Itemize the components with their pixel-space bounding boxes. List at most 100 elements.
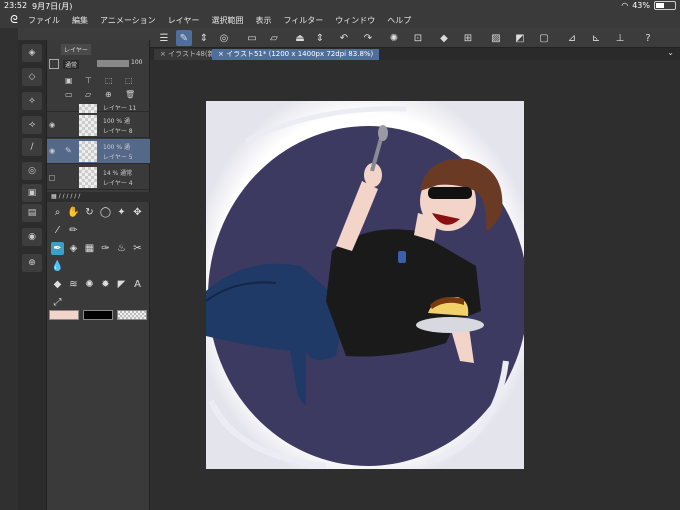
sub-tool-icon[interactable]: ◇ [22, 68, 42, 86]
lasso-icon[interactable]: ◯ [99, 206, 112, 219]
stepper-icon[interactable]: ⇕ [196, 30, 212, 46]
menu-selection[interactable]: 選択範囲 [211, 15, 243, 26]
brush-tool-icon[interactable]: ⟡ [22, 92, 42, 110]
clear-icon[interactable]: ⊡ [410, 30, 426, 46]
loading-icon[interactable]: ✺ [386, 30, 402, 46]
new-file-icon[interactable]: ▭ [244, 30, 260, 46]
ref-icon[interactable]: ⬚ [105, 76, 113, 85]
g-pen-icon[interactable]: ✒ [51, 242, 64, 255]
ribbon-icon[interactable]: ✂ [131, 242, 144, 255]
layers-icon[interactable]: ◈ [22, 44, 42, 62]
correct-line-icon[interactable]: ⤢ [51, 296, 64, 309]
opacity-value[interactable]: 100 [131, 59, 142, 66]
menu-help[interactable]: ヘルプ [387, 15, 411, 26]
decoration-icon[interactable]: ▦ [83, 242, 96, 255]
status-right: ◠ 43% [621, 1, 676, 10]
eye-icon[interactable]: ◉ [49, 147, 55, 155]
menu-file[interactable]: ファイル [28, 15, 60, 26]
pen-palette-icon[interactable]: ∕ [22, 138, 42, 156]
main-color-swatch[interactable] [49, 310, 79, 320]
transparent-color-swatch[interactable] [117, 310, 147, 320]
eyedropper-icon[interactable]: ⁄ [51, 224, 64, 237]
rotate-icon[interactable]: ↻ [83, 206, 96, 219]
navigator-icon[interactable]: ◎ [22, 162, 42, 180]
transform-icon[interactable]: ⊞ [460, 30, 476, 46]
opacity-slider[interactable] [97, 60, 129, 67]
layer-opacity: 100 % 通 [103, 118, 130, 125]
delete-icon[interactable]: 🗑 [125, 90, 135, 99]
ruler-icon[interactable]: ⊿ [564, 30, 580, 46]
gradient-icon[interactable]: ≋ [67, 278, 80, 291]
hand-icon[interactable]: ✋ [67, 206, 80, 219]
pencil-icon[interactable]: ✏ [67, 224, 80, 237]
blend-mode-select[interactable]: 通常 [63, 60, 80, 69]
sub-color-swatch[interactable] [83, 310, 113, 320]
layer-panel-title: レイヤー [61, 44, 91, 55]
figure-icon[interactable]: ◤ [115, 278, 128, 291]
ruler-2-icon[interactable]: ⊾ [588, 30, 604, 46]
quick-access-icon[interactable]: ⊕ [22, 254, 42, 272]
menu-animation[interactable]: アニメーション [100, 15, 156, 26]
material-icon[interactable]: ▤ [22, 204, 42, 222]
blend-brush-icon[interactable]: ♨ [115, 242, 128, 255]
water-drop-icon[interactable]: 💧 [51, 260, 64, 273]
open-folder-icon[interactable]: ▱ [266, 30, 282, 46]
text-tool-icon[interactable]: A [131, 278, 144, 291]
menu-edit[interactable]: 編集 [72, 15, 88, 26]
zoom-icon[interactable]: ⌕ [51, 206, 64, 219]
menu-view[interactable]: 表示 [255, 15, 271, 26]
undo-icon[interactable]: ↶ [336, 30, 352, 46]
clip-icon[interactable]: ⬚ [125, 76, 133, 85]
menu-window[interactable]: ウィンドウ [335, 15, 375, 26]
hidden-eye-icon[interactable] [49, 175, 55, 181]
app-logo-icon[interactable]: ᘓ [0, 13, 28, 27]
eye-icon[interactable]: ◉ [49, 121, 55, 129]
lock-icon[interactable]: ⊤ [85, 76, 92, 85]
magic-wand-icon[interactable]: ✦ [115, 206, 128, 219]
status-date: 9月7日(月) [32, 2, 73, 11]
mask-icon[interactable]: ▣ [65, 76, 73, 85]
airbrush-icon[interactable]: ✑ [99, 242, 112, 255]
layer-row[interactable]: レイヤー 11 [47, 102, 151, 113]
layer-row[interactable]: 14 % 通常 レイヤー 4 [47, 165, 151, 190]
canvas-area[interactable] [150, 60, 680, 510]
left-edge-strip [0, 28, 18, 510]
new-layer-icon[interactable]: ▭ [65, 90, 73, 99]
hamburger-menu-icon[interactable]: ☰ [156, 30, 172, 46]
fill-bucket-icon[interactable]: ◆ [51, 278, 64, 291]
layer-row-selected[interactable]: ◉ ✎ 100 % 通 レイヤー 5 [47, 139, 151, 164]
move-icon[interactable]: ✥ [131, 206, 144, 219]
fill-icon[interactable]: ◆ [436, 30, 452, 46]
layer-property-icon[interactable]: ◉ [22, 228, 42, 246]
property-icon[interactable]: ⟢ [22, 116, 42, 134]
sunglasses [428, 187, 472, 199]
invert-selection-icon[interactable]: ◩ [512, 30, 528, 46]
redo-icon[interactable]: ↷ [360, 30, 376, 46]
save-icon[interactable]: ⏏ [292, 30, 308, 46]
burst-icon[interactable]: ✹ [99, 278, 112, 291]
menu-layer[interactable]: レイヤー [168, 15, 200, 26]
selection-border-icon[interactable]: ▢ [536, 30, 552, 46]
save-stepper-icon[interactable]: ⇕ [312, 30, 328, 46]
sub-tool-tab-icon[interactable]: ▦ ∕ ∕ ∕ ∕ ∕ ∕ [51, 193, 80, 200]
merge-icon[interactable]: ⊕ [105, 90, 112, 99]
help-icon[interactable]: ? [640, 30, 656, 46]
color-history-icon[interactable]: ▣ [22, 184, 42, 202]
wifi-icon: ◠ [621, 1, 629, 10]
artboard[interactable] [206, 101, 524, 469]
tab-document-2[interactable]: × イラスト51* (1200 x 1400px 72dpi 83.8%) [212, 49, 380, 60]
illustration [206, 101, 524, 469]
effect-lines-icon[interactable]: ✺ [83, 278, 96, 291]
layer-row[interactable]: ◉ 100 % 通 レイヤー 8 [47, 113, 151, 138]
pen-tool-icon[interactable]: ✎ [176, 30, 192, 46]
menu-bar: ᘓ ファイル 編集 アニメーション レイヤー 選択範囲 表示 フィルター ウィン… [0, 12, 680, 28]
blend-swatch-icon[interactable] [49, 59, 59, 69]
layer-mode-icon[interactable]: ◎ [216, 30, 232, 46]
eraser-icon[interactable]: ◈ [67, 242, 80, 255]
deselect-icon[interactable]: ▨ [488, 30, 504, 46]
new-folder-icon[interactable]: ▱ [85, 90, 91, 99]
tab-dropdown-icon[interactable]: ⌄ [667, 48, 674, 57]
ruler-3-icon[interactable]: ⊥ [612, 30, 628, 46]
status-time: 23:52 [4, 1, 28, 10]
menu-filter[interactable]: フィルター [283, 15, 323, 26]
